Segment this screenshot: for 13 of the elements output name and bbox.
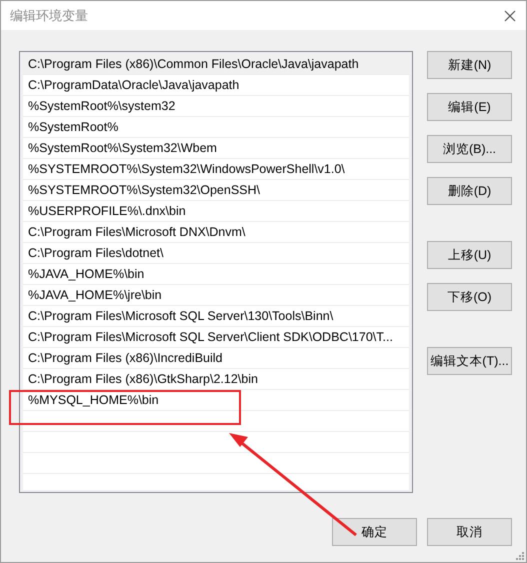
action-button[interactable]: 新建(N)	[427, 51, 512, 80]
action-button[interactable]: 编辑(E)	[427, 93, 512, 122]
cancel-button[interactable]: 取消	[427, 518, 512, 546]
close-icon[interactable]	[504, 10, 516, 22]
action-button[interactable]: 上移(U)	[427, 241, 512, 270]
window-title: 编辑环境变量	[10, 6, 88, 25]
action-button[interactable]: 删除(D)	[427, 177, 512, 206]
resize-grip-icon[interactable]	[516, 552, 524, 560]
ok-button[interactable]: 确定	[332, 518, 417, 546]
action-button[interactable]: 编辑文本(T)...	[427, 347, 512, 376]
action-button[interactable]: 浏览(B)...	[427, 135, 512, 164]
path-item[interactable]: C:\Program Files (x86)\Common Files\Oracle\Java\javapath	[23, 54, 409, 76]
action-button[interactable]: 下移(O)	[427, 283, 512, 312]
